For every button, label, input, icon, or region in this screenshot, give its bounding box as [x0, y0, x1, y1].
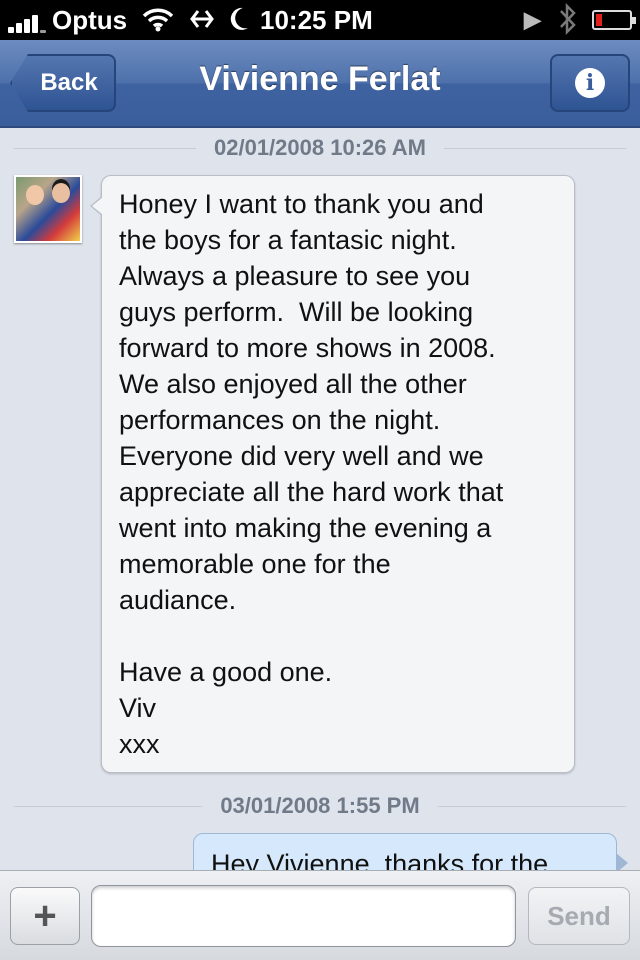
message-timestamp: 02/01/2008 10:26 AM	[0, 133, 640, 163]
wifi-icon	[142, 6, 174, 39]
info-icon: i	[575, 68, 605, 98]
send-button[interactable]: Send	[528, 887, 630, 945]
play-icon: ▶	[524, 7, 541, 32]
message-input[interactable]	[91, 885, 516, 947]
status-time: 10:25 PM	[260, 5, 373, 35]
add-attachment-button[interactable]: +	[10, 887, 80, 945]
moon-icon	[228, 6, 250, 39]
message-timestamp: 03/01/2008 1:55 PM	[0, 791, 640, 821]
signal-icon	[8, 11, 46, 33]
compose-bar: + Send	[0, 870, 640, 960]
avatar[interactable]	[14, 175, 82, 243]
bluetooth-icon	[558, 2, 578, 43]
nav-bar: Back Vivienne Ferlat i	[0, 40, 640, 128]
sync-icon	[188, 6, 216, 39]
info-button[interactable]: i	[550, 54, 630, 112]
received-message-bubble: Honey I want to thank you and the boys f…	[90, 175, 575, 773]
page-title: Vivienne Ferlat	[199, 60, 441, 98]
battery-icon	[592, 10, 636, 30]
back-button[interactable]: Back	[10, 54, 116, 112]
message-text: Honey I want to thank you and the boys f…	[119, 189, 504, 759]
status-bar: Optus 10:25 PM ▶	[0, 0, 640, 40]
carrier-name: Optus	[52, 5, 128, 35]
